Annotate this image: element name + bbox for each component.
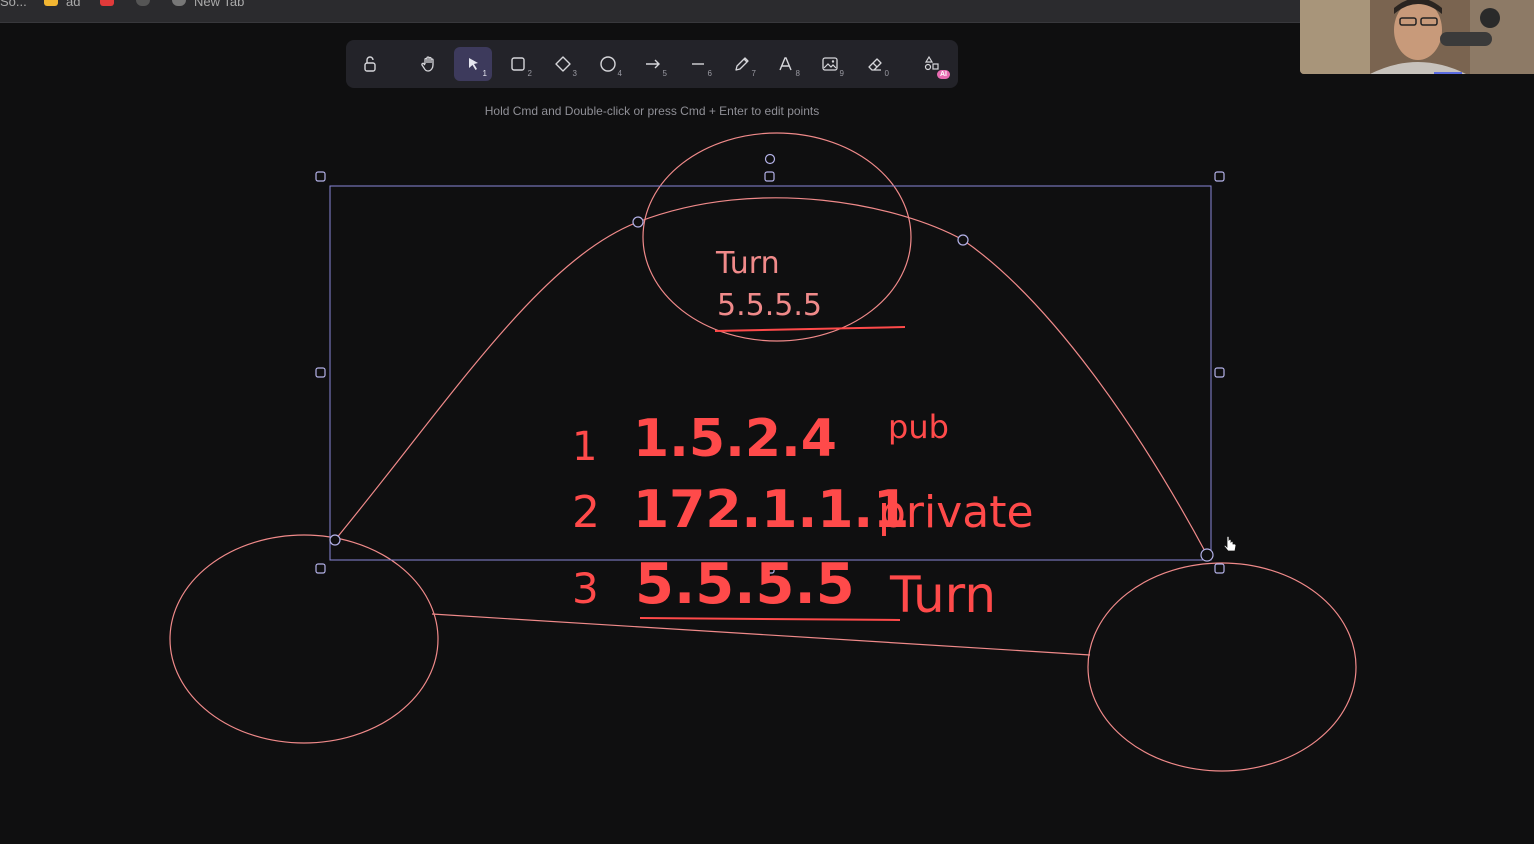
drawing-canvas[interactable]: Turn 5.5.5.5 1 1.5.2.4 pub 2 172.1.1.1 p…	[0, 0, 1534, 844]
turn-underline	[714, 326, 906, 332]
curve-point	[957, 234, 969, 246]
resize-handle-w	[315, 367, 326, 378]
pub-note[interactable]: pub	[888, 408, 949, 446]
curve-point	[1200, 548, 1214, 562]
hand-cursor-icon	[1223, 535, 1237, 552]
curve-point	[632, 216, 644, 228]
resize-handle-nw	[315, 171, 326, 182]
turn-ip-underline	[639, 617, 901, 621]
left-ellipse[interactable]	[169, 534, 439, 744]
turn-ip-label[interactable]: 5.5.5.5	[717, 288, 822, 323]
resize-handle-ne	[1214, 171, 1225, 182]
presenter-video	[1300, 0, 1534, 74]
turn-note[interactable]: Turn	[889, 566, 996, 624]
public-ip[interactable]: 1.5.2.4	[633, 409, 837, 469]
resize-handle-se	[1214, 563, 1225, 574]
list-number-1[interactable]: 1	[572, 424, 597, 470]
resize-handle-sw	[315, 563, 326, 574]
rotate-handle	[764, 153, 776, 165]
webcam-overlay	[1300, 0, 1534, 74]
list-number-2[interactable]: 2	[572, 487, 600, 538]
turn-label[interactable]: Turn	[715, 246, 780, 281]
private-ip[interactable]: 172.1.1.1	[633, 480, 909, 540]
resize-handle-e	[1214, 367, 1225, 378]
right-ellipse[interactable]	[1087, 562, 1357, 772]
private-note[interactable]: private	[878, 487, 1034, 538]
curve-point	[329, 534, 341, 546]
resize-handle-n	[764, 171, 775, 182]
list-number-3[interactable]: 3	[572, 564, 599, 613]
turn-ip[interactable]: 5.5.5.5	[635, 552, 855, 617]
